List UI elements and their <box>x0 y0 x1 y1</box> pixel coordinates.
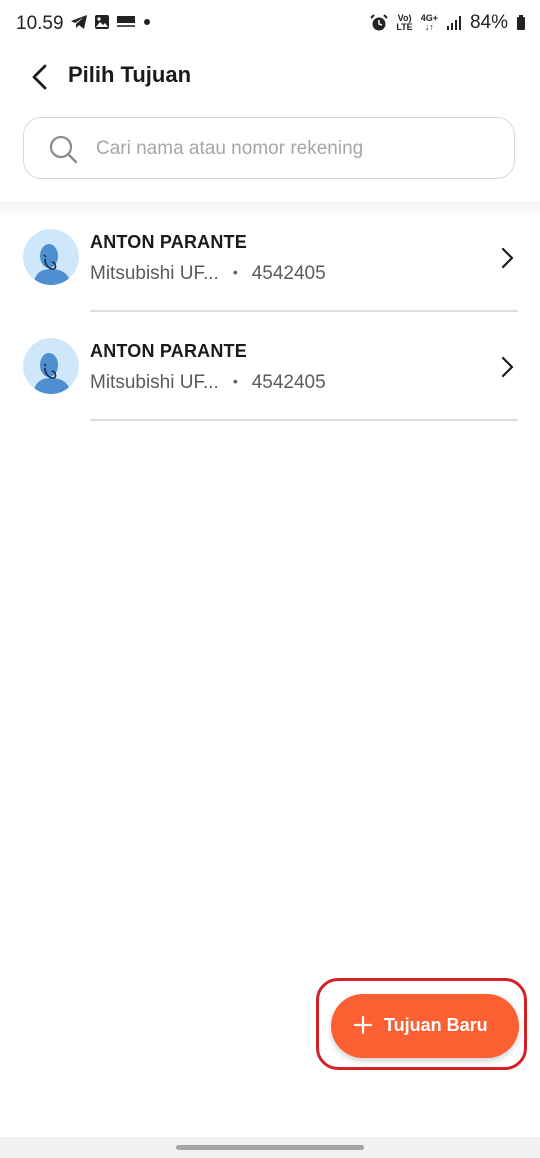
search-box[interactable] <box>23 117 515 179</box>
chevron-right-icon <box>501 247 514 269</box>
search-input[interactable] <box>94 130 498 168</box>
recipient-name: ANTON PARANTE <box>90 341 247 361</box>
recipient-bank: Mitsubishi UF... <box>90 263 219 284</box>
new-recipient-label: Tujuan Baru <box>384 1015 488 1035</box>
new-recipient-button[interactable]: Tujuan Baru <box>331 994 519 1058</box>
avatar-icon <box>23 338 79 394</box>
recipient-list-item[interactable]: ANTON PARANTE Mitsubishi UF... • 4542405 <box>0 319 540 427</box>
network-indicator: 4G+ ↓↑ <box>420 13 438 32</box>
recipient-details: Mitsubishi UF... • 4542405 <box>90 372 326 393</box>
telegram-icon <box>71 15 87 29</box>
back-arrow-icon[interactable] <box>26 62 56 92</box>
battery-percent: 84% <box>469 12 508 33</box>
page-title: Pilih Tujuan <box>68 62 192 87</box>
status-time: 10.59 <box>16 13 64 34</box>
navigation-bar <box>0 1137 540 1158</box>
status-bar: 10.59 Vo) LTE 4G+ ↓↑ 84% <box>0 0 540 48</box>
battery-icon <box>517 15 525 30</box>
search-icon <box>49 135 78 164</box>
signal-icon <box>446 16 461 30</box>
divider <box>90 310 518 312</box>
avatar-icon <box>23 229 79 285</box>
gallery-icon <box>95 15 109 29</box>
recipient-account: 4542405 <box>251 263 326 284</box>
recipient-name: ANTON PARANTE <box>90 232 247 252</box>
alarm-icon <box>370 14 389 31</box>
app-notification-icon <box>117 16 135 27</box>
app-header: Pilih Tujuan <box>0 48 540 108</box>
recipient-list-item[interactable]: ANTON PARANTE Mitsubishi UF... • 4542405 <box>0 210 540 318</box>
chevron-right-icon <box>501 356 514 378</box>
home-indicator[interactable] <box>176 1145 364 1150</box>
recipient-details: Mitsubishi UF... • 4542405 <box>90 263 326 284</box>
recipient-bank: Mitsubishi UF... <box>90 372 219 393</box>
divider <box>90 419 518 421</box>
volte-indicator: Vo) LTE <box>396 13 413 32</box>
recipient-account: 4542405 <box>251 372 326 393</box>
plus-icon <box>353 1015 373 1035</box>
dot-icon <box>144 19 150 25</box>
